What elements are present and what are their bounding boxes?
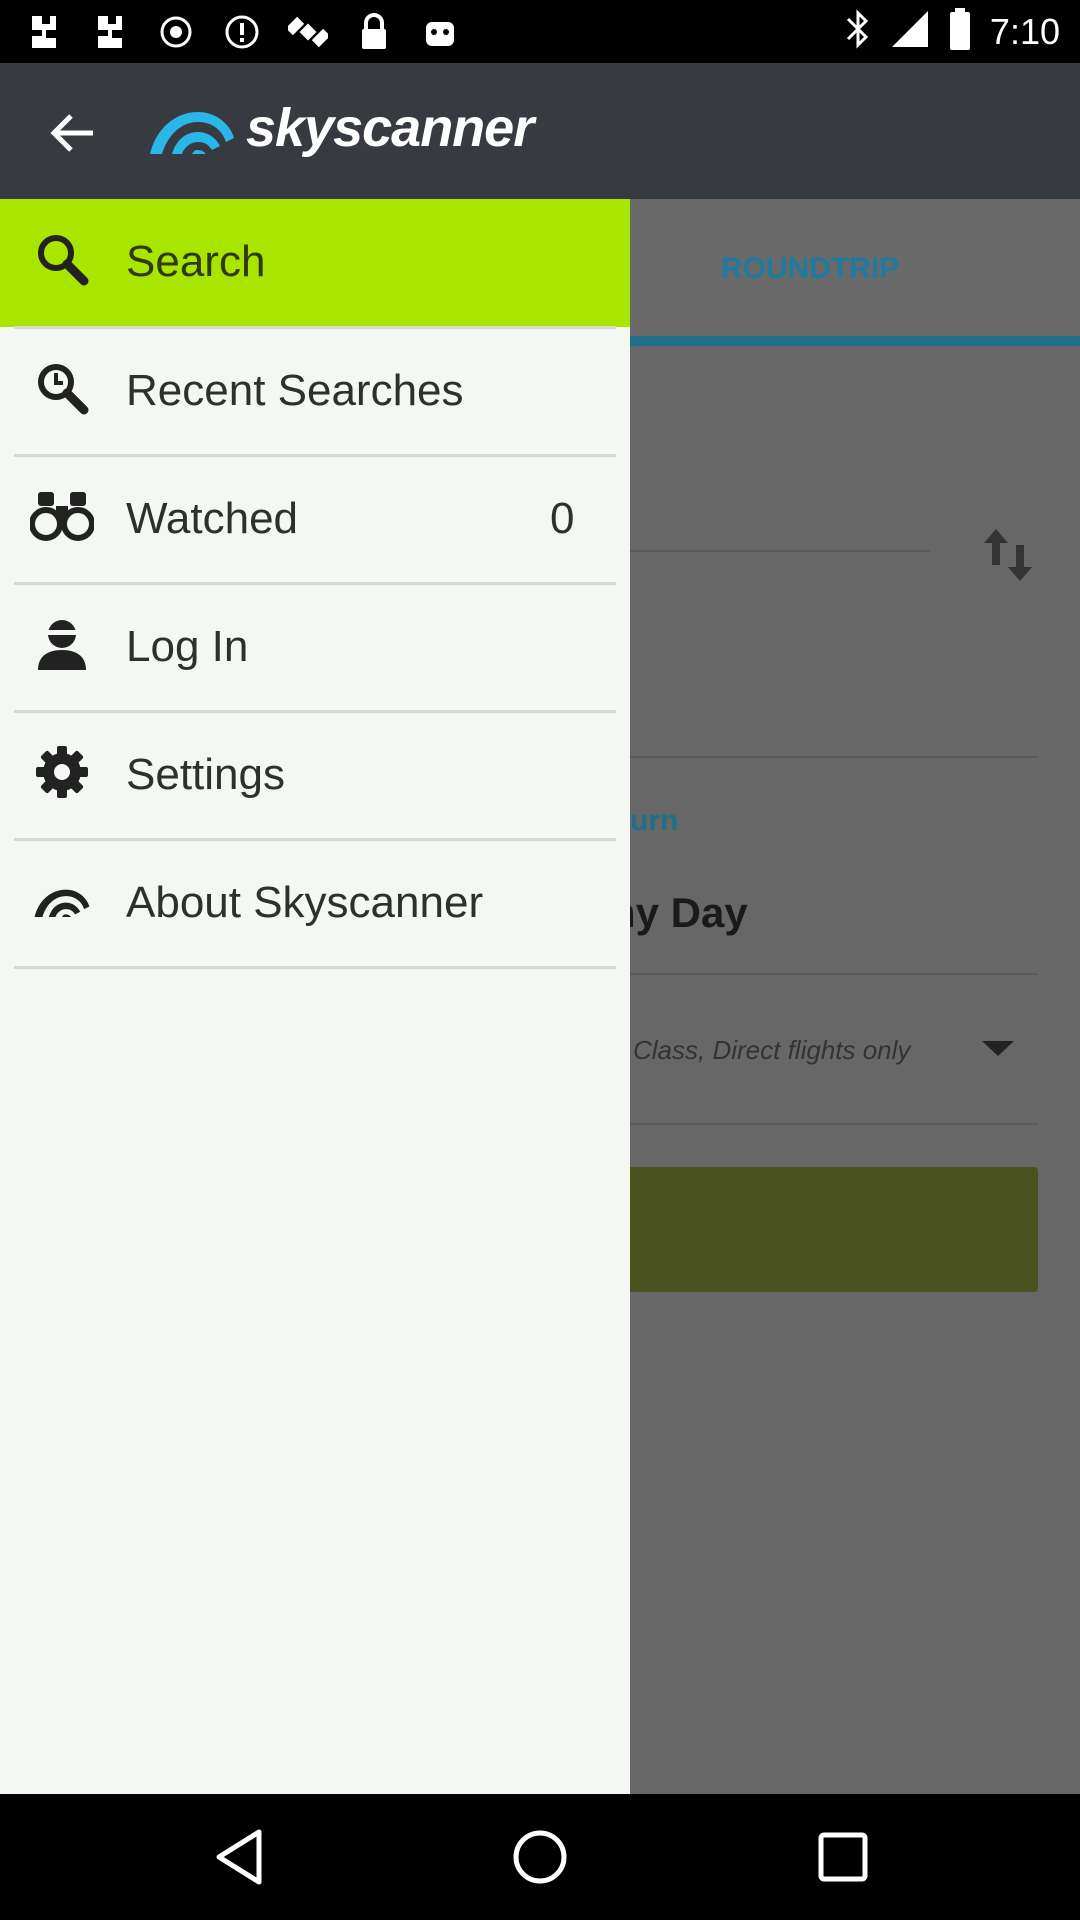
back-nav-icon[interactable] [206, 1824, 272, 1890]
info-icon [222, 12, 262, 52]
status-bar: 7:10 [0, 0, 1080, 63]
home-nav-icon[interactable] [507, 1824, 573, 1890]
cabin-class-summary[interactable]: Class, Direct flights only [633, 1035, 910, 1066]
satellite-icon [288, 12, 328, 52]
drawer-item-settings[interactable]: Settings [0, 712, 630, 840]
signal-icon [890, 9, 930, 54]
skyscanner-logo-icon [150, 112, 234, 154]
gear-icon [30, 740, 94, 804]
drawer-item-watched[interactable]: Watched 0 [0, 456, 630, 584]
tab-roundtrip[interactable]: ROUNDTRIP [630, 199, 990, 339]
search-icon [30, 227, 94, 291]
drawer-item-search[interactable]: Search [0, 199, 630, 327]
skyscanner-logo-icon [30, 868, 94, 932]
app-bar: skyscanner [0, 63, 1080, 199]
chevron-down-icon[interactable] [982, 1041, 1014, 1056]
drawer-item-about[interactable]: About Skyscanner [0, 840, 630, 968]
divider [14, 966, 616, 969]
drawer-item-log-in[interactable]: Log In [0, 584, 630, 712]
navigation-drawer: Search Recent Searches Watched 0 Log In [0, 199, 630, 1794]
lock-icon [354, 12, 394, 52]
watched-count: 0 [550, 494, 575, 543]
android-icon [420, 12, 460, 52]
record-icon [156, 12, 196, 52]
drawer-item-label: Log In [126, 622, 249, 671]
divider [630, 973, 1038, 975]
battery-icon [948, 8, 972, 55]
system-nav-bar [0, 1794, 1080, 1920]
app-notification-icon [24, 12, 64, 52]
back-arrow-icon[interactable] [40, 101, 104, 165]
divider [630, 550, 930, 552]
app-notification-icon [90, 12, 130, 52]
drawer-item-label: Watched [126, 494, 299, 543]
status-time: 7:10 [989, 10, 1060, 52]
drawer-item-label: Recent Searches [126, 366, 464, 415]
drawer-item-label: Settings [126, 750, 285, 799]
search-button[interactable] [598, 1167, 1038, 1292]
swap-icon[interactable] [980, 525, 1036, 585]
divider [630, 756, 1038, 758]
return-date-value[interactable]: ny Day [610, 889, 748, 937]
bluetooth-icon [844, 9, 872, 54]
skyscanner-logo: skyscanner [146, 97, 534, 159]
binoculars-icon [30, 484, 94, 548]
divider [630, 1123, 1038, 1125]
drawer-item-label: About Skyscanner [126, 878, 484, 927]
tab-indicator [630, 336, 1080, 346]
recents-nav-icon[interactable] [810, 1824, 876, 1890]
logo-text: skyscanner [246, 98, 534, 158]
drawer-item-recent-searches[interactable]: Recent Searches [0, 328, 630, 456]
drawer-item-label: Search [126, 237, 266, 286]
user-icon [30, 612, 94, 676]
recent-search-icon [30, 356, 94, 420]
